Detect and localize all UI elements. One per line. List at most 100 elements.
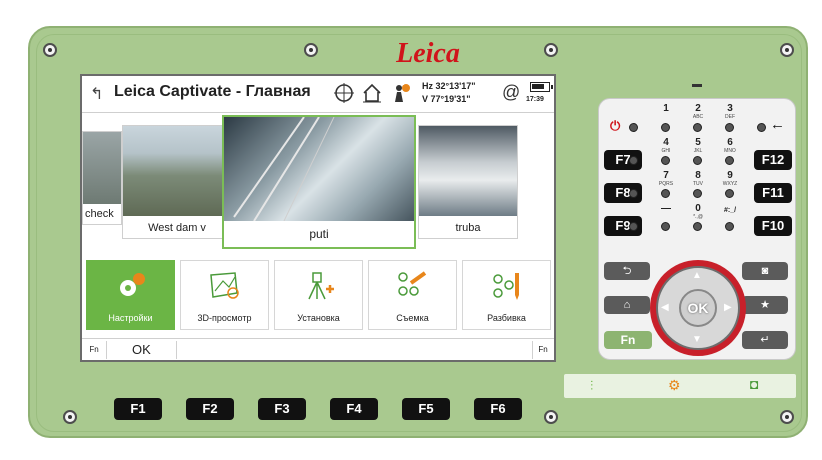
softkey-bar: Fn OK Fn [82, 338, 554, 360]
f12-key[interactable]: F12 [754, 150, 792, 170]
arrow-right-icon[interactable]: ▶ [724, 302, 732, 313]
f4-key[interactable]: F4 [330, 398, 378, 420]
stakeout-icon [491, 271, 523, 301]
digit-sublabel: *.,@ [693, 214, 703, 220]
digit-key[interactable]: — [656, 204, 676, 214]
card-label: check [85, 208, 114, 220]
key-dot [757, 123, 766, 132]
stakeout-icon[interactable]: ⫶ [590, 378, 593, 394]
measure-icon [397, 271, 429, 301]
gear-icon[interactable]: ⚙ [668, 377, 681, 394]
digit-sublabel: TUV [693, 181, 703, 187]
fn-softkey-right[interactable]: Fn [533, 339, 553, 360]
camera-icon[interactable]: ◘ [750, 376, 758, 392]
f1-key[interactable]: F1 [114, 398, 162, 420]
key-dot [725, 156, 734, 165]
key-dot [693, 123, 702, 132]
photo-rails [233, 117, 335, 221]
favorites-key[interactable]: ★ [742, 296, 788, 314]
digit-key[interactable]: #:_/ [716, 206, 744, 216]
digit-sublabel: JKL [693, 148, 703, 154]
arrow-down-icon[interactable]: ▼ [692, 334, 702, 345]
gear-icon [115, 271, 147, 301]
hz-angle: Hz 32°13'17" [422, 81, 476, 91]
f5-key[interactable]: F5 [402, 398, 450, 420]
digit-key[interactable]: 5 [688, 138, 708, 148]
shortcut-strip: ⫶ ⚙ ◘ [564, 374, 796, 398]
home-key[interactable]: ⌂ [604, 296, 650, 314]
key-dot [629, 222, 638, 231]
screw-icon [63, 410, 77, 424]
arrow-up-icon[interactable]: ▲ [692, 270, 702, 281]
home-icon[interactable] [360, 82, 384, 106]
key-dot [661, 222, 670, 231]
tile-survey[interactable]: Съемка [368, 260, 457, 330]
key-dot [629, 156, 638, 165]
screw-icon [780, 43, 794, 57]
digit-key[interactable]: 9 [720, 171, 740, 181]
digit-key[interactable]: 2 [688, 104, 708, 114]
tile-stakeout[interactable]: Разбивка [462, 260, 551, 330]
screw-icon [780, 410, 794, 424]
title-bar: ↰ Leica Captivate - Главная 1 Hz 32°13'1… [82, 76, 554, 113]
target-icon[interactable] [332, 82, 356, 106]
key-dot [725, 189, 734, 198]
angle-readout: Hz 32°13'17" V 77°19'31" [422, 80, 476, 106]
fn-key[interactable]: Fn [604, 331, 652, 349]
key-dot [629, 189, 638, 198]
f6-key[interactable]: F6 [474, 398, 522, 420]
camera-key[interactable]: ◙ [742, 262, 788, 280]
screw-icon [544, 410, 558, 424]
f10-key[interactable]: F10 [754, 216, 792, 236]
escape-key[interactable]: ⮌ [604, 262, 650, 280]
person-icon[interactable] [388, 82, 412, 106]
enter-key[interactable]: ↵ [742, 331, 788, 349]
ok-softkey[interactable]: OK [132, 342, 151, 357]
tile-setup[interactable]: Установка [274, 260, 363, 330]
display-screen: ↰ Leica Captivate - Главная 1 Hz 32°13'1… [80, 74, 556, 362]
carousel-card[interactable]: check [82, 131, 122, 225]
digit-key[interactable]: 8 [688, 171, 708, 181]
card-label: West dam v [148, 222, 206, 234]
job-carousel: check West dam v truba puti [82, 113, 554, 256]
key-dot [661, 123, 670, 132]
tile-label: 3D-просмотр [197, 313, 252, 323]
carousel-card[interactable]: West dam v [122, 125, 232, 239]
digit-key[interactable]: 0 [688, 204, 708, 214]
digit-key[interactable]: 3 [720, 104, 740, 114]
map-3d-icon [209, 271, 241, 301]
tile-label: Разбивка [487, 313, 526, 323]
card-label: puti [309, 227, 329, 241]
digit-key[interactable]: 4 [656, 138, 676, 148]
screw-icon [304, 43, 318, 57]
f3-key[interactable]: F3 [258, 398, 306, 420]
key-dot [693, 156, 702, 165]
tile-3d-view[interactable]: 3D-просмотр [180, 260, 269, 330]
ok-button[interactable]: OK [679, 289, 717, 327]
backspace-icon[interactable]: ← [770, 116, 785, 133]
f2-key[interactable]: F2 [186, 398, 234, 420]
key-dot [693, 189, 702, 198]
digit-key[interactable]: 7 [656, 171, 676, 181]
arrow-left-icon[interactable]: ◀ [661, 302, 669, 313]
back-icon[interactable]: ↰ [90, 84, 103, 104]
card-label: truba [455, 222, 481, 234]
key-dot [661, 189, 670, 198]
v-angle: V 77°19'31" [422, 94, 471, 104]
carousel-card[interactable]: truba [418, 125, 518, 239]
app-tiles: Настройки 3D-просмотр Установка Съемка Р… [86, 260, 552, 332]
digit-key[interactable]: 1 [656, 104, 676, 114]
page-title: Leica Captivate - Главная [114, 83, 311, 100]
tile-settings[interactable]: Настройки [86, 260, 175, 330]
screw-icon [43, 43, 57, 57]
fn-softkey-left[interactable]: Fn [84, 339, 104, 360]
at-icon[interactable]: @ [502, 82, 520, 103]
power-icon[interactable]: ⏻ [610, 118, 620, 134]
screw-icon [544, 43, 558, 57]
f11-key[interactable]: F11 [754, 183, 792, 203]
carousel-card-selected[interactable]: puti [222, 115, 416, 249]
key-dot [693, 222, 702, 231]
key-dot [725, 222, 734, 231]
digit-sublabel: WXYZ [722, 181, 738, 187]
digit-key[interactable]: 6 [720, 138, 740, 148]
